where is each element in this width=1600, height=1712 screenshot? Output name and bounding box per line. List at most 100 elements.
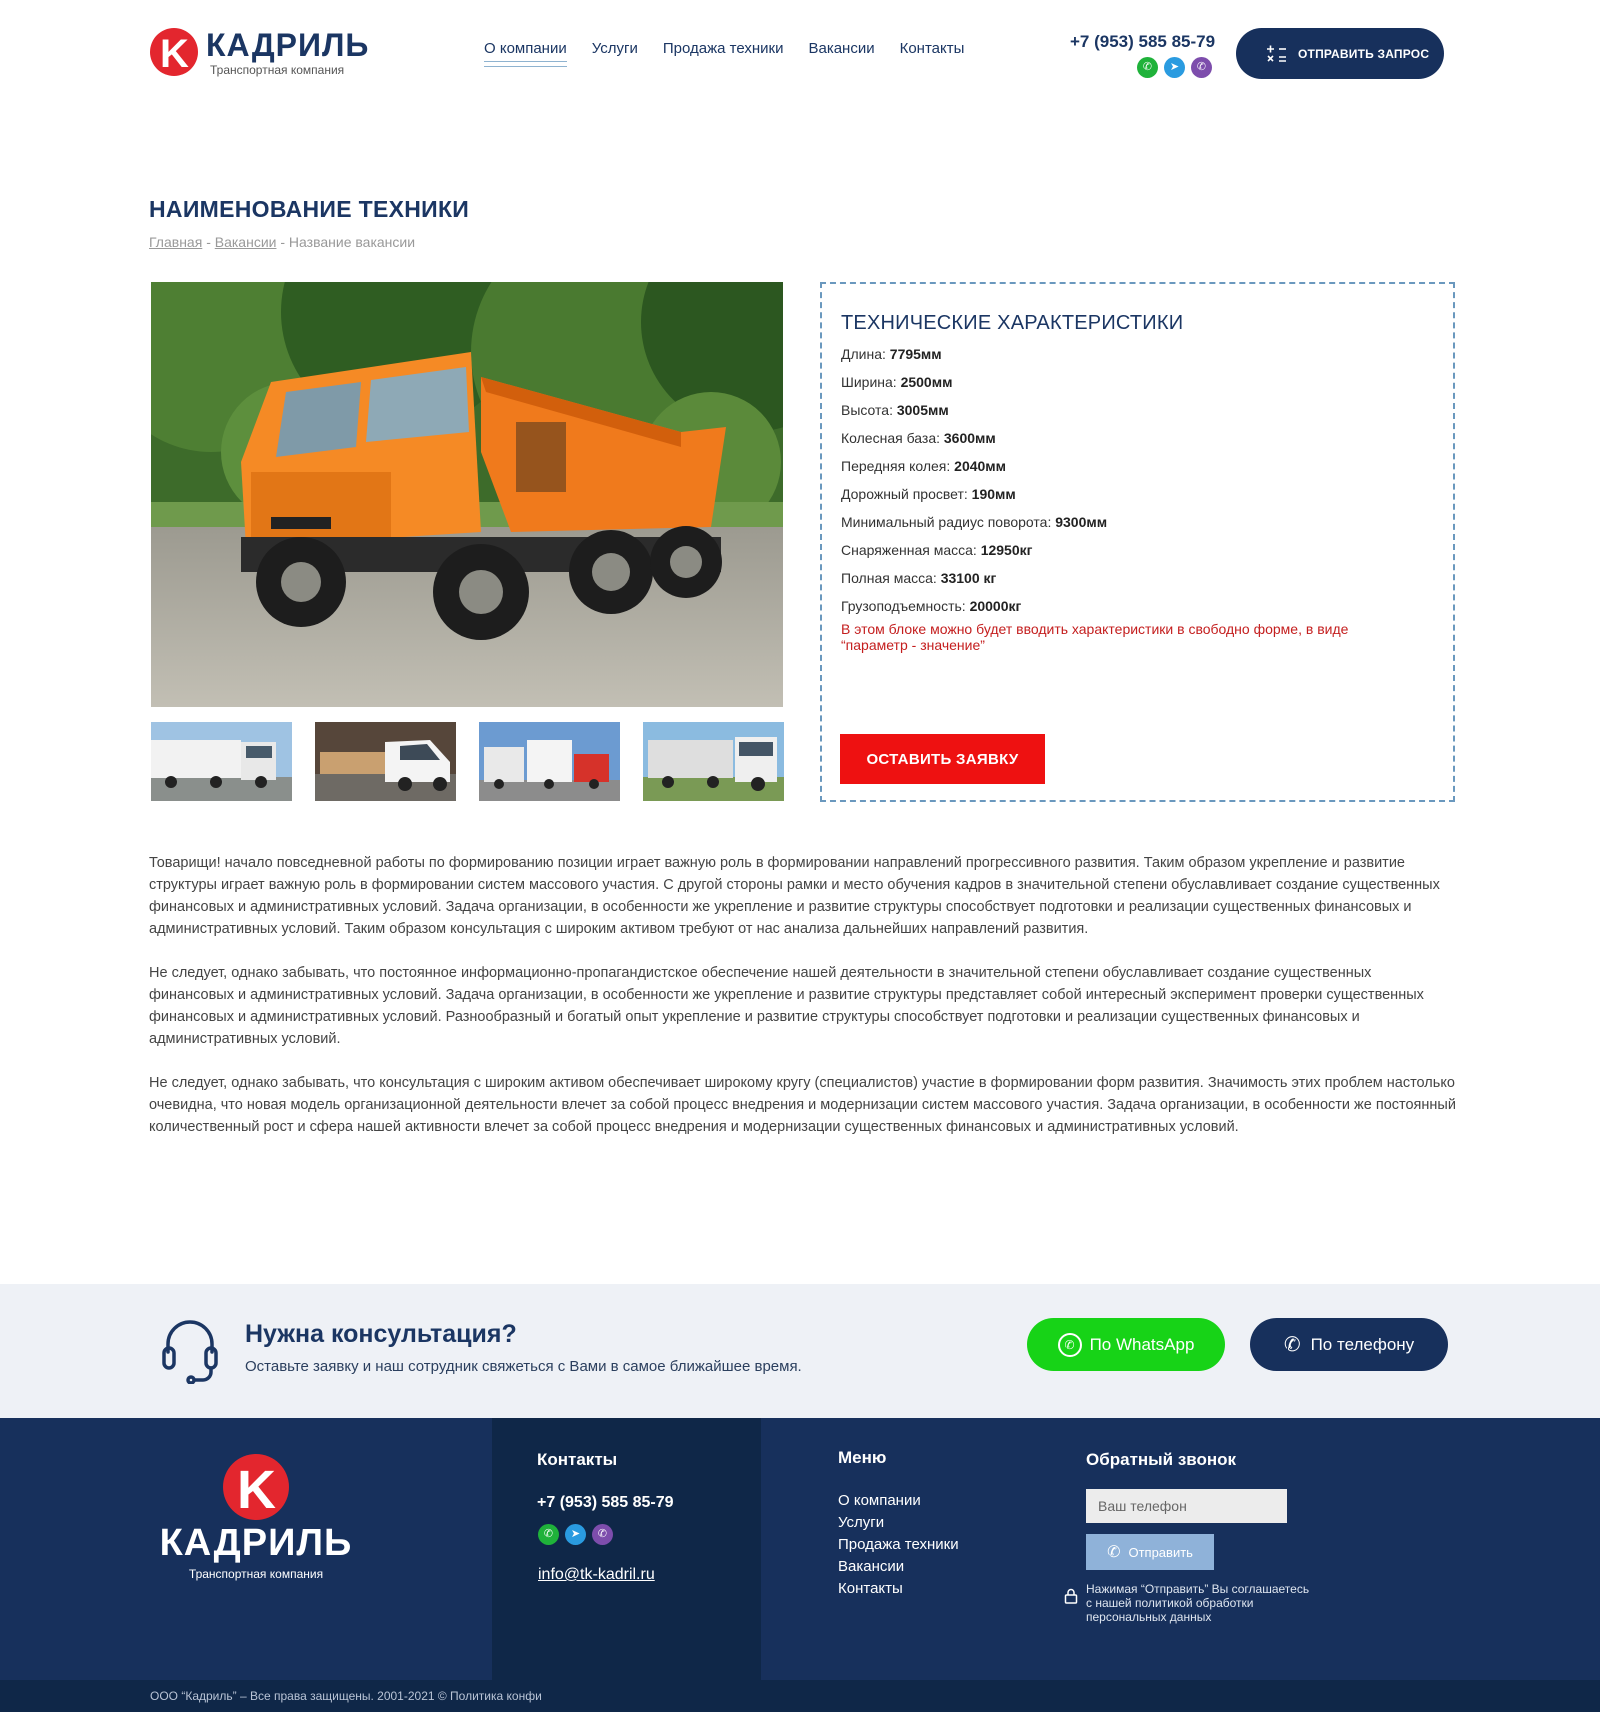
breadcrumb-home[interactable]: Главная — [149, 234, 202, 250]
spec-row: Ширина: 2500мм — [841, 371, 1434, 399]
spec-row: Колесная база: 3600мм — [841, 427, 1434, 455]
specs-title: ТЕХНИЧЕСКИЕ ХАРАКТЕРИСТИКИ — [841, 312, 1184, 334]
spec-label: Грузоподъемность: — [841, 598, 966, 614]
footer-contacts-title: Контакты — [537, 1450, 618, 1469]
main-photo[interactable] — [151, 282, 783, 707]
breadcrumb: Главная - Вакансии - Название вакансии — [149, 234, 415, 250]
paragraph: Не следует, однако забывать, что консуль… — [149, 1075, 1456, 1135]
copyright-bar: ООО “Кадриль” – Все права защищены. 2001… — [0, 1680, 1600, 1712]
phone-button-label: По телефону — [1310, 1334, 1415, 1354]
spec-value: 33100 кг — [940, 570, 997, 586]
spec-row: Снаряженная масса: 12950кг — [841, 539, 1434, 567]
breadcrumb-separator: - — [206, 234, 211, 250]
nav-vacancies[interactable]: Вакансии — [808, 40, 874, 67]
whatsapp-icon[interactable]: ✆ — [1137, 57, 1158, 78]
viber-icon[interactable]: ✆ — [592, 1524, 613, 1545]
tech-specs-panel: ТЕХНИЧЕСКИЕ ХАРАКТЕРИСТИКИ Длина: 7795мм… — [820, 282, 1455, 802]
breadcrumb-vacancies[interactable]: Вакансии — [215, 234, 277, 250]
logo-letter: K — [160, 32, 189, 76]
spec-label: Снаряженная масса: — [841, 542, 977, 558]
header-phone[interactable]: +7 (953) 585 85-79 — [1070, 32, 1215, 52]
footer-logo[interactable]: K КАДРИЛЬ Транспортная компания — [146, 1454, 366, 1581]
footer-email[interactable]: info@tk-kadril.ru — [538, 1566, 655, 1584]
privacy-note: Нажимая “Отправить” Вы соглашаетесь с на… — [1086, 1582, 1310, 1624]
callback-send-button[interactable]: ✆ Отправить — [1086, 1534, 1214, 1570]
vans-thumbnail-image — [479, 722, 620, 801]
description-text: Товарищи! начало повседневной работы по … — [149, 852, 1459, 1160]
spec-label: Передняя колея: — [841, 458, 951, 474]
page-title: НАИМЕНОВАНИЕ ТЕХНИКИ — [149, 196, 470, 222]
telegram-icon[interactable]: ➤ — [1164, 57, 1185, 78]
van-thumbnail-image — [315, 722, 456, 801]
spec-label: Полная масса: — [841, 570, 937, 586]
specs-note: В этом блоке можно будет вводить характе… — [841, 621, 1349, 653]
dump-truck-photo — [151, 282, 783, 707]
footer-menu-item[interactable]: Контакты — [838, 1578, 959, 1600]
viber-icon[interactable]: ✆ — [1191, 57, 1212, 78]
spec-value: 2500мм — [900, 374, 953, 390]
whatsapp-button-label: По WhatsApp — [1089, 1334, 1195, 1354]
logo-mark: K — [150, 28, 198, 76]
spec-row: Грузоподъемность: 20000кг — [841, 595, 1434, 623]
semi-truck-thumbnail-image — [643, 722, 784, 801]
breadcrumb-current: Название вакансии — [288, 234, 416, 250]
site-header: K КАДРИЛЬ Транспортная компания О компан… — [0, 0, 1600, 110]
logo-name: КАДРИЛЬ — [206, 27, 370, 63]
callback-title: Обратный звонок — [1086, 1450, 1237, 1469]
footer-logo-subtitle: Транспортная компания — [188, 1567, 324, 1581]
spec-label: Высота: — [841, 402, 893, 418]
nav-sales[interactable]: Продажа техники — [663, 40, 784, 67]
spec-row: Полная масса: 33100 кг — [841, 567, 1434, 595]
whatsapp-icon[interactable]: ✆ — [538, 1524, 559, 1545]
logo-letter: K — [237, 1460, 276, 1520]
thumbnail[interactable] — [643, 722, 784, 801]
logo[interactable]: K КАДРИЛЬ Транспортная компания — [150, 28, 369, 82]
consultation-title: Нужна консультация? — [245, 1320, 517, 1348]
spec-label: Дорожный просвет: — [841, 486, 968, 502]
whatsapp-button[interactable]: ✆ По WhatsApp — [1027, 1318, 1225, 1371]
spec-label: Колесная база: — [841, 430, 940, 446]
photo-thumbnails — [151, 722, 784, 801]
spec-row: Минимальный радиус поворота: 9300мм — [841, 511, 1434, 539]
leave-request-button[interactable]: ОСТАВИТЬ ЗАЯВКУ — [840, 734, 1045, 784]
phone-button[interactable]: ✆ По телефону — [1250, 1318, 1448, 1371]
lock-icon — [1064, 1588, 1078, 1604]
spec-value: 3600мм — [943, 430, 996, 446]
footer-contacts-column — [492, 1418, 761, 1680]
spec-row: Дорожный просвет: 190мм — [841, 483, 1434, 511]
paragraph: Не следует, однако забывать, что постоян… — [149, 965, 1424, 1047]
footer-menu-title: Меню — [838, 1448, 887, 1467]
spec-value: 9300мм — [1055, 514, 1108, 530]
thumbnail[interactable] — [151, 722, 292, 801]
nav-contacts[interactable]: Контакты — [900, 40, 965, 67]
footer-menu-item[interactable]: Вакансии — [838, 1556, 959, 1578]
nav-about[interactable]: О компании — [484, 40, 567, 67]
header-messengers: ✆ ➤ ✆ — [1137, 57, 1212, 78]
send-request-button[interactable]: ОТПРАВИТЬ ЗАПРОС — [1236, 28, 1444, 79]
spec-value: 20000кг — [969, 598, 1022, 614]
footer-menu-item[interactable]: Продажа техники — [838, 1534, 959, 1556]
spec-row: Длина: 7795мм — [841, 343, 1434, 371]
nav-services[interactable]: Услуги — [592, 40, 638, 67]
spec-value: 12950кг — [980, 542, 1033, 558]
truck-thumbnail-image — [151, 722, 292, 801]
spec-row: Высота: 3005мм — [841, 399, 1434, 427]
breadcrumb-separator: - — [280, 234, 286, 250]
thumbnail[interactable] — [315, 722, 456, 801]
send-request-label: ОТПРАВИТЬ ЗАПРОС — [1298, 46, 1430, 61]
footer-menu-item[interactable]: О компании — [838, 1490, 959, 1512]
telegram-icon[interactable]: ➤ — [565, 1524, 586, 1545]
spec-value: 7795мм — [889, 346, 942, 362]
headset-icon — [162, 1320, 218, 1384]
phone-icon: ✆ — [1107, 1544, 1121, 1561]
spec-value: 3005мм — [896, 402, 949, 418]
spec-row: Передняя колея: 2040мм — [841, 455, 1434, 483]
footer-phone[interactable]: +7 (953) 585 85-79 — [537, 1494, 674, 1512]
spec-label: Ширина: — [841, 374, 897, 390]
footer-logo-name: КАДРИЛЬ — [159, 1522, 353, 1564]
logo-subtitle: Транспортная компания — [210, 63, 345, 77]
callback-phone-input[interactable] — [1086, 1489, 1287, 1523]
footer-menu-item[interactable]: Услуги — [838, 1512, 959, 1534]
spec-label: Длина: — [841, 346, 886, 362]
thumbnail[interactable] — [479, 722, 620, 801]
